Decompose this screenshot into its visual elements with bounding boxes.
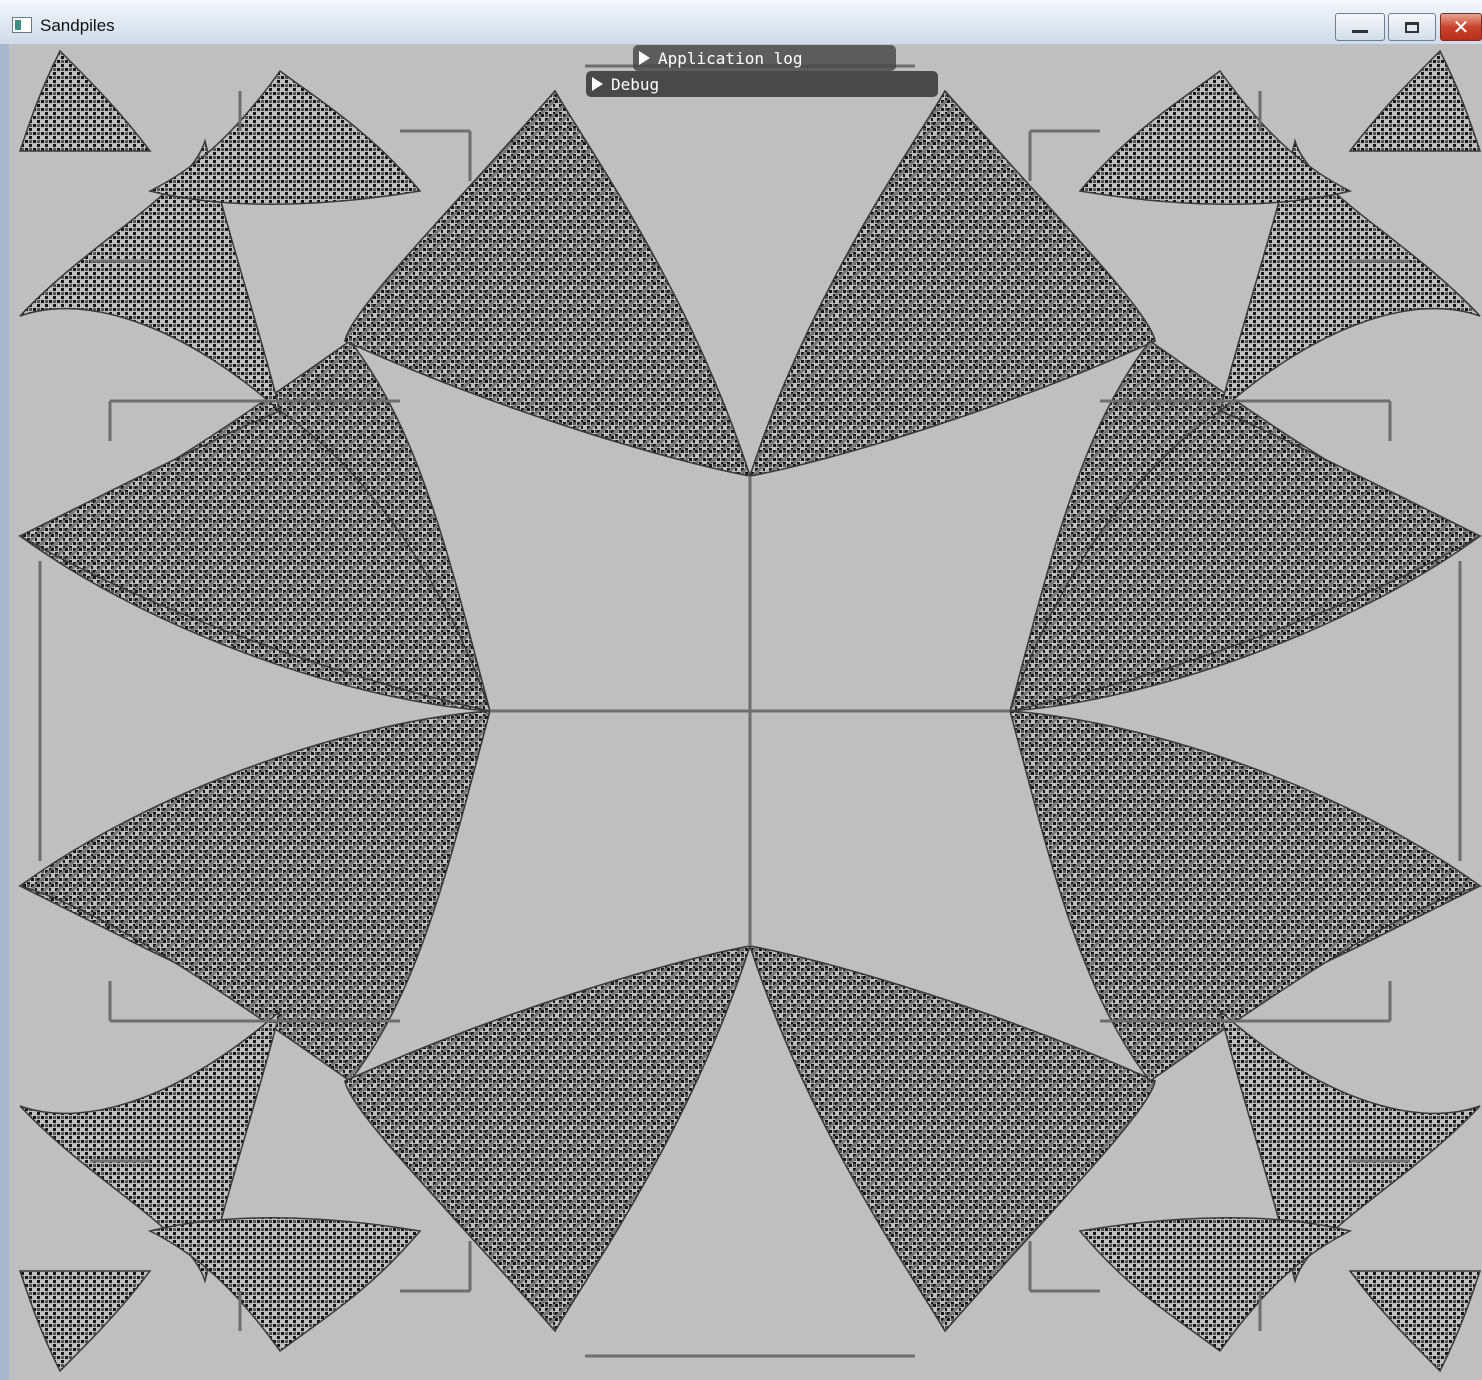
sandpile-canvas[interactable]	[9, 44, 1482, 1380]
expand-arrow-icon[interactable]	[592, 77, 603, 91]
sandpile-lobe	[1009, 710, 1482, 1083]
sandpile-lobe	[1008, 410, 1482, 713]
debug-panel[interactable]: Debug	[586, 71, 938, 97]
sandpile-lobe	[1078, 69, 1353, 205]
debug-label: Debug	[611, 74, 660, 94]
sandpile-lobe	[18, 710, 491, 1083]
maximize-button[interactable]	[1388, 13, 1436, 41]
sandpile-lobe	[1348, 49, 1482, 152]
expand-arrow-icon[interactable]	[639, 51, 650, 65]
sandpile-lobe	[748, 945, 1156, 1333]
sandpile-lobe	[748, 89, 1156, 477]
sandpile-lobe	[344, 89, 752, 477]
minimize-icon	[1352, 29, 1368, 33]
sandpile-lobe	[18, 410, 492, 713]
maximize-icon	[1405, 21, 1419, 33]
title-bar[interactable]: Sandpiles ✕	[0, 0, 1482, 44]
app-window: Sandpiles ✕ Application log Debug	[0, 0, 1482, 1380]
application-log-label: Application log	[658, 48, 803, 68]
sandpile-lobe	[344, 945, 752, 1333]
minimize-button[interactable]	[1335, 13, 1385, 41]
app-window-icon[interactable]	[12, 17, 32, 33]
sandpile-lobe	[1348, 1270, 1482, 1373]
sandpile-lobe	[18, 49, 152, 152]
application-log-panel[interactable]: Application log	[633, 45, 896, 71]
sandpile-lobe	[147, 1217, 422, 1353]
sandpile-fractal	[18, 49, 1482, 1373]
close-icon: ✕	[1452, 15, 1470, 39]
close-button[interactable]: ✕	[1440, 13, 1482, 41]
sandpile-lobe	[18, 1270, 152, 1373]
sandpile-lobe	[147, 69, 422, 205]
sandpile-lobe	[1078, 1217, 1353, 1353]
window-title: Sandpiles	[40, 16, 115, 35]
